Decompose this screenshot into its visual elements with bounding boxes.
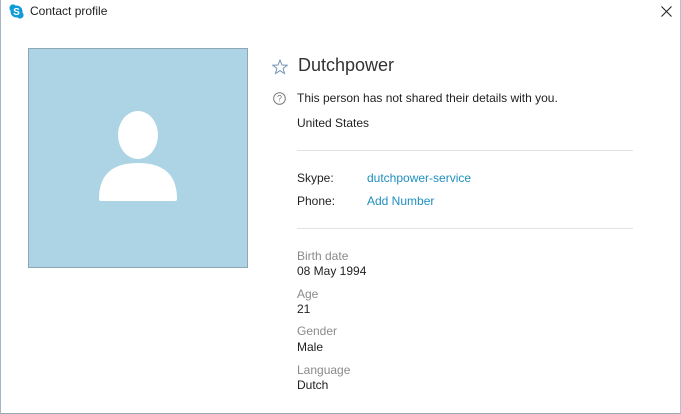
title-bar[interactable]: S Contact profile — [1, 0, 680, 26]
skype-icon: S — [9, 4, 24, 19]
language-value: Dutch — [297, 378, 329, 392]
gender-value: Male — [297, 340, 324, 354]
close-button[interactable] — [651, 0, 681, 26]
contact-profile-window: S Contact profile Dutchpower ? This pers… — [0, 0, 681, 414]
age-label: Age — [297, 287, 319, 301]
location: United States — [297, 116, 370, 130]
add-number-link[interactable]: Add Number — [367, 194, 434, 208]
close-icon — [660, 4, 672, 22]
divider — [297, 228, 633, 229]
gender-label: Gender — [297, 324, 338, 338]
window-title: Contact profile — [30, 4, 108, 18]
privacy-notice: This person has not shared their details… — [297, 91, 558, 105]
age-value: 21 — [297, 302, 311, 316]
skype-label: Skype: — [297, 171, 334, 185]
language-label: Language — [297, 363, 351, 377]
contact-name: Dutchpower — [298, 55, 395, 75]
star-outline-icon[interactable] — [271, 58, 289, 75]
svg-text:S: S — [13, 7, 20, 18]
divider — [297, 150, 633, 151]
birth-date-value: 08 May 1994 — [297, 264, 367, 278]
avatar — [28, 48, 248, 268]
phone-label: Phone: — [297, 194, 336, 208]
svg-text:?: ? — [277, 94, 282, 104]
skype-name-link[interactable]: dutchpower-service — [367, 171, 471, 185]
birth-date-label: Birth date — [297, 249, 349, 263]
default-person-icon — [99, 111, 177, 201]
help-circle-icon: ? — [273, 92, 286, 105]
